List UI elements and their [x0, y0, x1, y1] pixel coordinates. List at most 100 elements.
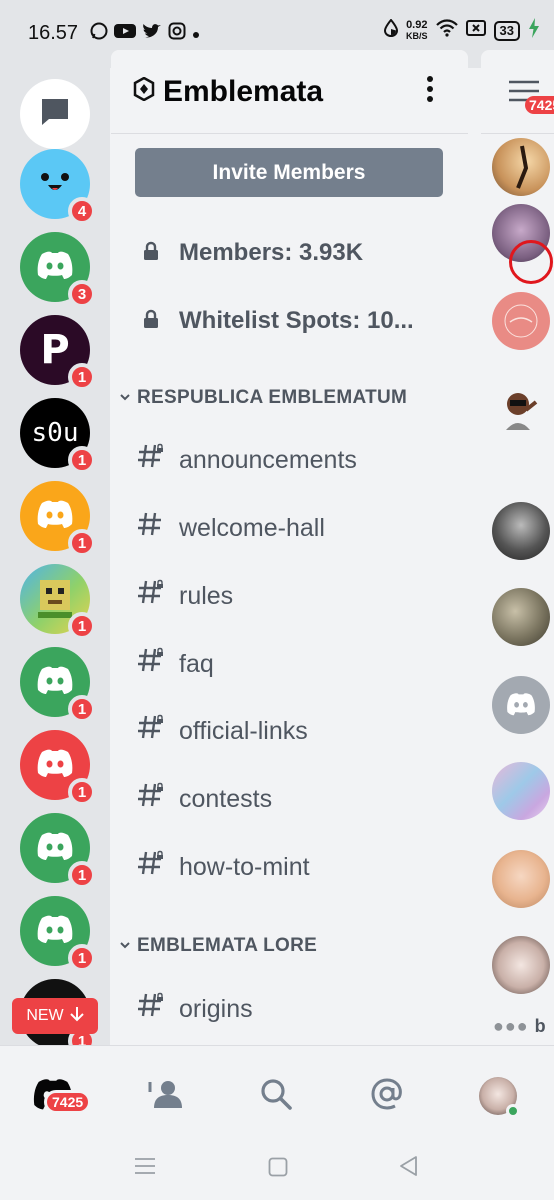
member-avatar[interactable] [492, 850, 550, 908]
channel-rules[interactable]: rules [111, 566, 468, 626]
server-icon[interactable]: 1 [20, 730, 96, 806]
unread-badge: 1 [68, 446, 96, 474]
locked-channel-whitelist[interactable]: Whitelist Spots: 10... [111, 291, 468, 351]
invite-members-button[interactable]: Invite Members [135, 148, 443, 197]
guild-header[interactable]: Emblemata [111, 50, 468, 134]
discord-logo-icon [35, 914, 75, 949]
server-icon[interactable]: 1 [20, 564, 96, 640]
smiley-face-icon [33, 167, 77, 202]
home-unread-badge: 7425 [44, 1090, 92, 1114]
member-avatar-logo [504, 304, 538, 338]
member-avatar[interactable] [492, 588, 550, 646]
locked-channel-members[interactable]: Members: 3.93K [111, 223, 468, 283]
home-button[interactable] [268, 1157, 288, 1182]
tab-profile[interactable] [470, 1068, 526, 1124]
unread-badge: 3 [68, 280, 96, 308]
arrow-down-icon [69, 1006, 84, 1027]
category-label: EMBLEMATA LORE [137, 935, 318, 956]
guild-name: Emblemata [163, 74, 324, 108]
truncated-member-name: b [534, 1016, 547, 1036]
recent-apps-button[interactable] [134, 1157, 156, 1180]
direct-messages-button[interactable] [20, 79, 90, 149]
data-saver-icon [384, 18, 399, 42]
channel-faq[interactable]: faq [111, 634, 468, 694]
channel-label: welcome-hall [179, 513, 325, 542]
member-avatar-discord-logo [507, 693, 535, 716]
chevron-down-icon [119, 389, 131, 407]
new-label: NEW [26, 1007, 64, 1024]
discord-logo-icon [35, 250, 75, 285]
server-icon[interactable]: P 1 [20, 315, 96, 391]
member-avatar[interactable] [492, 936, 550, 994]
server-icon[interactable]: s0u 1 [20, 398, 96, 474]
discord-logo-icon [35, 665, 75, 700]
server-icon[interactable]: 1 [20, 481, 96, 557]
at-sign-icon [370, 1077, 404, 1116]
discord-logo-icon [35, 831, 75, 866]
channel-how-to-mint[interactable]: how-to-mint [111, 837, 468, 897]
channel-list-panel: Emblemata Invite Members Members: 3.93K … [111, 50, 468, 1045]
server-icon[interactable]: 4 [20, 149, 96, 225]
server-icon[interactable]: 1 [20, 813, 96, 889]
more-options-icon[interactable] [426, 76, 434, 102]
p-logo-text: P [40, 327, 70, 373]
lock-icon [143, 309, 159, 334]
system-navigation-bar [0, 1145, 554, 1200]
locked-hash-icon [137, 646, 165, 682]
member-avatar[interactable] [492, 676, 550, 734]
tab-friends[interactable] [138, 1068, 194, 1124]
member-avatar-silhouette [516, 145, 529, 189]
category-emblemata-lore[interactable]: EMBLEMATA LORE [111, 929, 468, 963]
channel-label: announcements [179, 445, 357, 474]
locked-hash-icon [137, 578, 165, 614]
discord-logo-icon [35, 499, 75, 534]
category-respublica[interactable]: RESPUBLICA EMBLEMATUM [111, 381, 468, 415]
unread-badge: 1 [68, 861, 96, 889]
friends-icon [148, 1078, 184, 1115]
unread-badge: 4 [68, 197, 96, 225]
instagram-icon [168, 22, 186, 45]
battery-level: 33 [493, 20, 520, 41]
tab-mentions[interactable] [359, 1068, 415, 1124]
s0u-logo-text: s0u [31, 418, 79, 448]
unread-badge: 1 [68, 529, 96, 557]
locked-hash-icon [137, 713, 165, 749]
locked-hash-icon [137, 781, 165, 817]
server-boost-icon [133, 76, 155, 106]
members-header: 7425 [481, 50, 554, 134]
chat-bubble-icon [39, 97, 71, 132]
server-icon[interactable]: 3 [20, 232, 96, 308]
member-avatar[interactable] [492, 138, 550, 196]
member-avatar[interactable] [492, 762, 550, 820]
channel-contests[interactable]: contests [111, 769, 468, 829]
channel-welcome-hall[interactable]: welcome-hall [111, 498, 468, 558]
server-icon[interactable]: 1 [20, 647, 96, 723]
network-speed-unit: KB/S [406, 30, 428, 41]
charging-icon [528, 18, 540, 43]
channel-label: contests [179, 784, 273, 813]
member-avatar[interactable] [492, 292, 550, 350]
more-members-indicator[interactable]: ●●● b [493, 1016, 547, 1037]
sim-icon [465, 20, 486, 41]
channel-official-links[interactable]: official-links [111, 701, 468, 761]
wifi-icon [435, 19, 458, 42]
channel-label: official-links [179, 716, 308, 745]
tap-indicator-circle [509, 240, 553, 284]
tab-search[interactable] [248, 1068, 304, 1124]
unread-badge: 1 [68, 612, 96, 640]
channel-origins[interactable]: origins [111, 979, 468, 1039]
member-avatar[interactable] [492, 380, 550, 438]
member-avatar[interactable] [492, 502, 550, 560]
unread-badge: 1 [68, 363, 96, 391]
unread-badge: 1 [68, 695, 96, 723]
twitter-icon [142, 23, 162, 45]
channel-announcements[interactable]: announcements [111, 430, 468, 490]
back-button[interactable] [398, 1155, 420, 1182]
new-unreads-button[interactable]: NEW [12, 998, 98, 1034]
mentions-badge: 7425 [525, 96, 554, 114]
youtube-icon [114, 23, 136, 44]
server-icon[interactable]: 1 [20, 896, 96, 972]
category-label: RESPUBLICA EMBLEMATUM [137, 387, 408, 408]
member-avatar-cartoon [506, 393, 538, 430]
system-status-icons: 0.92 KB/S 33 [384, 18, 540, 43]
